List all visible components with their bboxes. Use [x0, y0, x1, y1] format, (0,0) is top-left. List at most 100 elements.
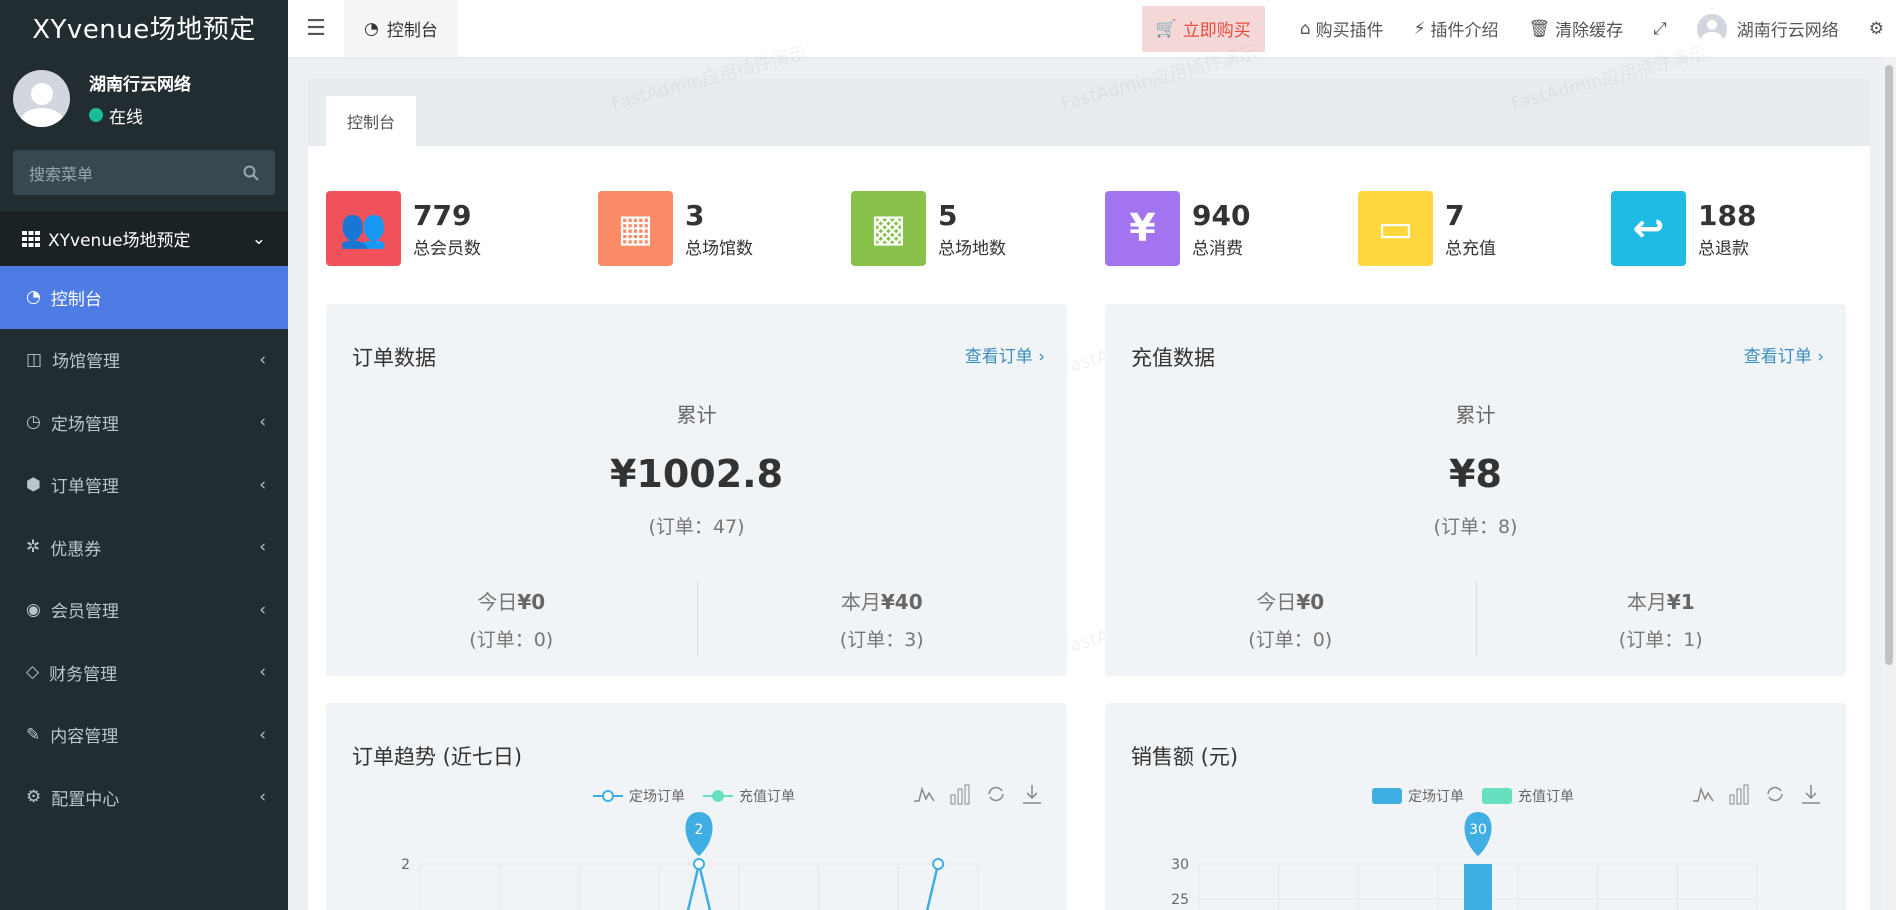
cube-icon: ⬢ [26, 474, 41, 495]
sidebar-item-dashboard[interactable]: ◔ 控制台 [0, 266, 288, 329]
view-orders-link[interactable]: 查看订单 › [965, 342, 1045, 367]
user-menu[interactable]: 湖南行云网络 [1696, 13, 1839, 44]
card-title: 充值数据 [1131, 346, 1215, 370]
menu-header[interactable]: XYvenue场地预定 ⌄ [0, 211, 288, 266]
menu-toggle-icon[interactable]: ☰ [288, 0, 344, 57]
month-value: ¥40 [880, 590, 923, 614]
month-orders: (订单：1) [1618, 629, 1703, 651]
sidebar-item-label: 定场管理 [50, 414, 119, 435]
sidebar-item-members[interactable]: ◉ 会员管理 ‹ [0, 579, 288, 642]
max-marker-label: 30 [1469, 822, 1487, 838]
gears-icon: ⚙ [1868, 18, 1884, 39]
stat-fields: ▩ 5 总场地数 [851, 190, 1006, 266]
total-amount: ¥1002.8 [609, 452, 784, 496]
sidebar-item-venue[interactable]: ◫ 场馆管理 ‹ [0, 329, 288, 392]
sidebar-item-label: 控制台 [50, 289, 102, 310]
scrollbar-thumb[interactable] [1885, 65, 1893, 665]
stat-label: 总退款 [1698, 238, 1749, 259]
online-dot-icon [89, 108, 103, 122]
users-icon: 👥 [326, 190, 401, 266]
total-orders: (订单：8) [1433, 516, 1518, 538]
sidebar-item-label: 订单管理 [50, 477, 119, 498]
stat-venues: ▦ 3 总场馆数 [598, 190, 753, 266]
y-tick-label: 2 [401, 857, 410, 873]
sidebar-item-label: 内容管理 [50, 727, 119, 748]
avatar [13, 70, 70, 127]
month-value: ¥1 [1666, 590, 1695, 614]
dashboard-icon: ◔ [26, 287, 41, 308]
user-status-label: 在线 [109, 107, 143, 128]
user-name: 湖南行云网络 [89, 74, 191, 95]
today-label: 今日 [477, 590, 518, 614]
settings-button[interactable]: ⚙ [1869, 19, 1884, 39]
y-tick-label: 25 [1171, 892, 1189, 908]
buy-plugin-link[interactable]: ⌂ 购买插件 [1299, 16, 1384, 42]
buy-now-label: 立即购买 [1182, 21, 1251, 41]
stat-refunds: ↩ 188 总退款 [1611, 190, 1756, 266]
sidebar-item-finance[interactable]: ◇ 财务管理 ‹ [0, 641, 288, 704]
grid-9-icon: ▩ [851, 190, 926, 266]
content-tab-dashboard[interactable]: 控制台 [326, 96, 416, 146]
view-orders-link[interactable]: 查看订单 › [1744, 342, 1824, 367]
total-amount: ¥8 [1449, 452, 1502, 496]
stat-value: 7 [1445, 198, 1465, 232]
stat-label: 总场地数 [938, 238, 1006, 259]
stats-row: 👥 779 总会员数 ▦ 3 总场馆数 ▩ 5 总场地数 ¥ 940 总消费 ▭ [326, 190, 1854, 266]
plug-icon: ⚡ [1413, 18, 1426, 39]
search-input[interactable]: 搜索菜单 [13, 150, 275, 195]
chevron-left-icon: ‹ [259, 537, 266, 558]
edit-icon: ✎ [26, 724, 41, 745]
recharge-data-card: 充值数据 查看订单 › 累计 ¥8 (订单：8) 今日¥0 (订单：0) 本月¥… [1105, 304, 1846, 676]
app: XYvenue场地预定 湖南行云网络 在线 搜索菜单 XYvenue场地预定 ⌄ [0, 0, 1896, 910]
sidebar-item-label: 配置中心 [51, 789, 120, 810]
content-panel: 控制台 FastAdmin应用插件演示 FastAdmin应用插件演示 Fast… [308, 42, 1870, 910]
chevron-left-icon: ‹ [259, 599, 266, 620]
sidebar-item-content[interactable]: ✎ 内容管理 ‹ [0, 704, 288, 767]
plugin-intro-link[interactable]: ⚡ 插件介绍 [1413, 16, 1499, 42]
today-orders: (订单：0) [469, 629, 554, 651]
trend-chart: 22 [401, 812, 979, 910]
series-line [686, 863, 712, 910]
chevron-left-icon: ‹ [259, 662, 266, 683]
bar [1464, 864, 1492, 910]
sidebar-item-label: 优惠券 [50, 539, 102, 560]
search-icon[interactable] [243, 165, 259, 181]
brand-title[interactable]: XYvenue场地预定 [0, 0, 288, 55]
series-line [925, 863, 940, 910]
yen-icon: ¥ [1105, 190, 1180, 266]
stat-value: 779 [413, 198, 472, 232]
data-point [932, 858, 945, 870]
user-panel: 湖南行云网络 在线 [0, 55, 288, 142]
sidebar-item-orders[interactable]: ⬢ 订单管理 ‹ [0, 454, 288, 517]
grid-4-icon: ▦ [598, 190, 673, 266]
home-icon: ⌂ [1299, 18, 1311, 39]
sales-card: 销售额 (元) 定场订单 充值订单 30 25 30 [1105, 703, 1846, 910]
scrollbar[interactable] [1882, 57, 1896, 910]
expand-icon: ⤢ [1653, 18, 1667, 39]
chevron-left-icon: ‹ [259, 787, 266, 808]
clear-cache-link[interactable]: 🗑 清除缓存 [1528, 16, 1624, 42]
month-orders: (订单：3) [839, 629, 924, 651]
sidebar-item-booking[interactable]: ◷ 定场管理 ‹ [0, 391, 288, 454]
buy-now-button[interactable]: 🛒 立即购买 [1141, 5, 1265, 52]
archive-icon: ▭ [1358, 190, 1433, 266]
stat-value: 5 [938, 198, 958, 232]
stat-label: 总消费 [1192, 238, 1243, 259]
stat-value: 3 [685, 198, 705, 232]
stat-value: 188 [1698, 198, 1757, 232]
cumulative-label: 累计 [1455, 403, 1496, 427]
sales-chart: 30 25 30 [1171, 812, 1758, 910]
trash-icon: 🗑 [1528, 18, 1551, 39]
stat-members: 👥 779 总会员数 [326, 190, 481, 266]
nav-link-label: 清除缓存 [1555, 21, 1624, 41]
fullscreen-button[interactable]: ⤢ [1653, 19, 1667, 39]
sidebar: XYvenue场地预定 湖南行云网络 在线 搜索菜单 XYvenue场地预定 ⌄ [0, 0, 288, 910]
dashboard-icon: ◔ [364, 18, 379, 39]
sidebar-item-config[interactable]: ⚙ 配置中心 ‹ [0, 766, 288, 829]
month-block: 本月¥40 (订单：3) [697, 586, 1068, 652]
sidebar-item-coupons[interactable]: ✲ 优惠券 ‹ [0, 516, 288, 579]
tab-dashboard[interactable]: ◔ 控制台 [344, 0, 458, 57]
month-label: 本月 [1626, 590, 1667, 614]
topbar: ☰ ◔ 控制台 🛒 立即购买 ⌂ 购买插件 ⚡ 插件介绍 🗑 清除缓存 ⤢ 湖南… [288, 0, 1896, 57]
content-tabbar: 控制台 [308, 78, 1870, 146]
